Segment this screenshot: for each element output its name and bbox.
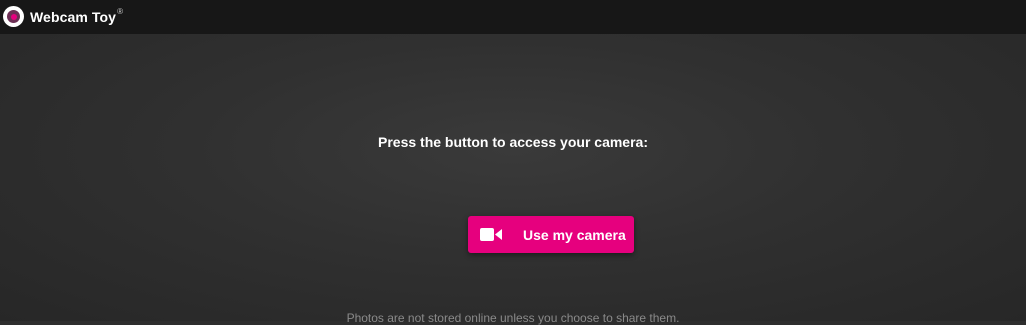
- use-my-camera-button[interactable]: Use my camera: [468, 216, 634, 253]
- brand-name: Webcam Toy: [30, 9, 117, 25]
- logo-lens-dot: [10, 13, 17, 20]
- webcam-toy-logo-icon[interactable]: [3, 6, 24, 27]
- video-camera-icon: [480, 228, 502, 241]
- use-my-camera-label: Use my camera: [523, 227, 626, 243]
- brand-title[interactable]: Webcam Toy®: [30, 7, 124, 25]
- logo-lens: [7, 10, 20, 23]
- top-bar: Webcam Toy®: [0, 0, 1026, 34]
- camera-access-prompt: Press the button to access your camera:: [378, 134, 648, 150]
- main-stage: [0, 34, 1026, 321]
- trademark-symbol: ®: [117, 7, 124, 16]
- privacy-note: Photos are not stored online unless you …: [346, 311, 680, 325]
